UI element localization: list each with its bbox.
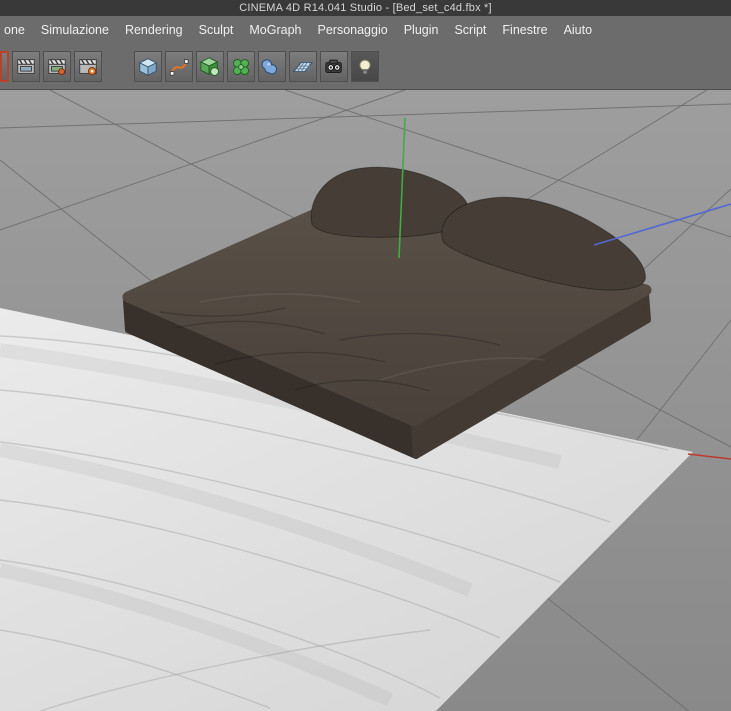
subdivision-surface-button[interactable] <box>196 51 224 82</box>
render-view-button[interactable] <box>12 51 40 82</box>
clapperboard-picture-icon <box>48 58 66 75</box>
viewport-3d[interactable] <box>0 90 731 711</box>
menu-item-aiuto[interactable]: Aiuto <box>556 19 601 41</box>
subdivision-surface-icon <box>199 56 219 76</box>
menu-item-script[interactable]: Script <box>446 19 494 41</box>
toolbar <box>0 44 731 90</box>
cube-icon <box>138 57 158 76</box>
metaball-icon <box>261 58 278 74</box>
light-button[interactable] <box>351 51 379 82</box>
floor-button[interactable] <box>289 51 317 82</box>
floor-grid-icon <box>292 61 314 72</box>
clapperboard-icon <box>17 58 35 74</box>
camera-icon <box>325 59 342 73</box>
menu-item-plugin[interactable]: Plugin <box>396 19 447 41</box>
menu-item-rendering[interactable]: Rendering <box>117 19 191 41</box>
metaball-button[interactable] <box>258 51 286 82</box>
menu-item-personaggio[interactable]: Personaggio <box>310 19 396 41</box>
menu-item-animazione[interactable]: one <box>2 19 33 41</box>
viewport-scene <box>0 90 731 711</box>
menu-item-sculpt[interactable]: Sculpt <box>191 19 242 41</box>
camera-button[interactable] <box>320 51 348 82</box>
menu-item-mograph[interactable]: MoGraph <box>241 19 309 41</box>
cube-primitive-button[interactable] <box>134 51 162 82</box>
partial-tool-button[interactable] <box>0 51 9 82</box>
menu-item-simulazione[interactable]: Simulazione <box>33 19 117 41</box>
clapperboard-gear-icon <box>79 58 97 75</box>
render-settings-button[interactable] <box>74 51 102 82</box>
menu-bar: one Simulazione Rendering Sculpt MoGraph… <box>0 16 731 44</box>
light-bulb-icon <box>359 59 371 74</box>
spline-icon <box>169 58 189 76</box>
window-title: CINEMA 4D R14.041 Studio - [Bed_set_c4d.… <box>239 2 492 14</box>
array-clover-icon <box>233 58 249 75</box>
menu-item-finestre[interactable]: Finestre <box>494 19 555 41</box>
array-button[interactable] <box>227 51 255 82</box>
spline-button[interactable] <box>165 51 193 82</box>
app-window: CINEMA 4D R14.041 Studio - [Bed_set_c4d.… <box>0 0 731 711</box>
render-picture-viewer-button[interactable] <box>43 51 71 82</box>
title-bar: CINEMA 4D R14.041 Studio - [Bed_set_c4d.… <box>0 0 731 16</box>
